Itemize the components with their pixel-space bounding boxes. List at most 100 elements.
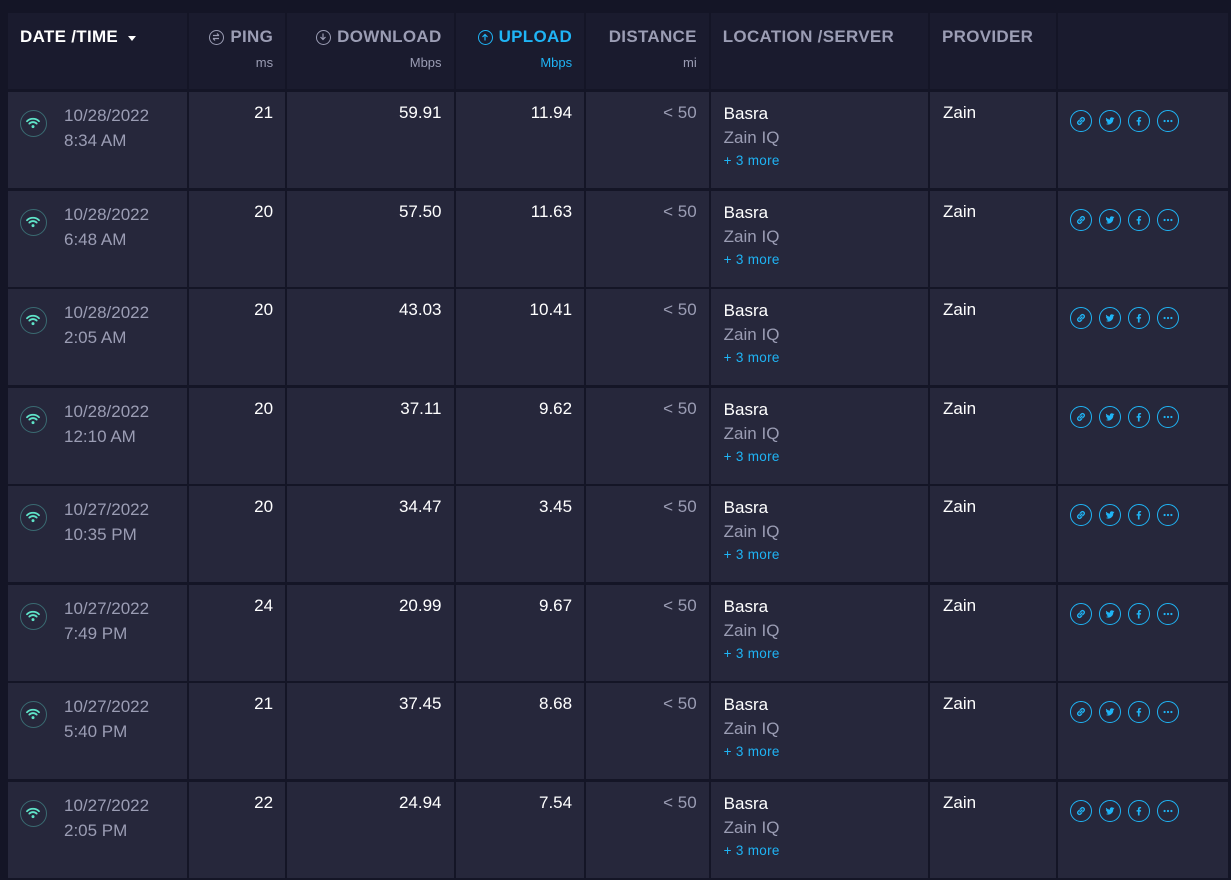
table-row[interactable]: 10/27/2022 2:05 PM 22 24.94 7.54 < 50 Ba… bbox=[8, 781, 1228, 878]
table-row[interactable]: 10/28/2022 12:10 AM 20 37.11 9.62 < 50 B… bbox=[8, 387, 1228, 484]
column-header-provider[interactable]: PROVIDER bbox=[929, 13, 1056, 89]
column-header-datetime[interactable]: DATE /TIME bbox=[8, 13, 188, 89]
more-icon[interactable] bbox=[1156, 405, 1179, 428]
upload-unit-label: Mbps bbox=[540, 55, 573, 70]
actions-cell bbox=[1057, 584, 1228, 681]
upload-value: 9.62 bbox=[538, 398, 573, 418]
location-header-label: LOCATION /SERVER bbox=[722, 27, 895, 46]
twitter-icon[interactable] bbox=[1098, 602, 1121, 625]
link-icon[interactable] bbox=[1069, 701, 1092, 723]
more-servers-link[interactable]: + 3 more bbox=[724, 348, 928, 368]
facebook-icon[interactable] bbox=[1127, 701, 1150, 723]
download-header-label: DOWNLOAD bbox=[337, 27, 442, 46]
link-icon[interactable] bbox=[1069, 504, 1092, 526]
more-icon[interactable] bbox=[1156, 799, 1179, 822]
more-servers-link[interactable]: + 3 more bbox=[724, 545, 928, 565]
distance-value: < 50 bbox=[663, 694, 697, 713]
location-city: Basra bbox=[723, 202, 769, 222]
download-value: 37.11 bbox=[400, 398, 442, 418]
facebook-icon[interactable] bbox=[1127, 307, 1150, 329]
twitter-icon[interactable] bbox=[1098, 110, 1121, 132]
more-icon[interactable] bbox=[1156, 208, 1179, 231]
column-header-distance[interactable]: DISTANCE mi bbox=[586, 13, 709, 89]
twitter-icon[interactable] bbox=[1098, 799, 1121, 822]
table-row[interactable]: 10/28/2022 2:05 AM 20 43.03 10.41 < 50 B… bbox=[8, 289, 1228, 385]
location-server: Zain IQ bbox=[723, 423, 780, 443]
column-header-location[interactable]: LOCATION /SERVER bbox=[710, 13, 928, 89]
facebook-icon[interactable] bbox=[1127, 405, 1150, 428]
table-row[interactable]: 10/28/2022 8:34 AM 21 59.91 11.94 < 50 B… bbox=[8, 92, 1228, 188]
table-row[interactable]: 10/27/2022 7:49 PM 24 20.99 9.67 < 50 Ba… bbox=[8, 584, 1228, 681]
upload-cell: 8.68 bbox=[455, 683, 585, 779]
link-icon[interactable] bbox=[1069, 307, 1092, 329]
upload-icon bbox=[477, 29, 493, 45]
column-header-upload[interactable]: UPLOAD Mbps bbox=[455, 13, 585, 89]
wifi-icon bbox=[20, 110, 47, 137]
table-header: DATE /TIME PING ms DOWNLOAD Mbps UPLOAD … bbox=[8, 13, 1228, 89]
facebook-icon[interactable] bbox=[1127, 602, 1150, 625]
download-cell: 57.50 bbox=[287, 190, 454, 287]
more-servers-link[interactable]: + 3 more bbox=[724, 151, 928, 171]
facebook-icon[interactable] bbox=[1127, 208, 1150, 231]
upload-cell: 9.67 bbox=[455, 584, 585, 681]
distance-header-label: DISTANCE bbox=[608, 27, 697, 46]
ping-cell: 20 bbox=[189, 387, 286, 484]
column-header-ping[interactable]: PING ms bbox=[189, 13, 286, 89]
datetime-cell: 10/27/2022 5:40 PM bbox=[8, 683, 188, 779]
more-servers-link[interactable]: + 3 more bbox=[724, 250, 928, 270]
actions-cell bbox=[1057, 289, 1228, 385]
upload-value: 7.54 bbox=[538, 792, 573, 812]
location-cell: Basra Zain IQ + 3 more bbox=[710, 683, 928, 779]
link-icon[interactable] bbox=[1069, 110, 1092, 132]
distance-cell: < 50 bbox=[586, 92, 709, 188]
twitter-icon[interactable] bbox=[1098, 307, 1121, 329]
facebook-icon[interactable] bbox=[1127, 504, 1150, 526]
upload-cell: 11.94 bbox=[455, 92, 585, 188]
provider-name: Zain bbox=[942, 595, 977, 615]
download-value: 59.91 bbox=[398, 103, 442, 122]
more-icon[interactable] bbox=[1156, 701, 1179, 723]
more-servers-link[interactable]: + 3 more bbox=[724, 742, 928, 762]
wifi-icon bbox=[20, 405, 47, 433]
datetime-cell: 10/27/2022 10:35 PM bbox=[8, 486, 188, 582]
more-servers-link[interactable]: + 3 more bbox=[724, 644, 928, 664]
location-cell: Basra Zain IQ + 3 more bbox=[710, 289, 928, 385]
link-icon[interactable] bbox=[1069, 602, 1092, 625]
upload-value: 3.45 bbox=[538, 497, 573, 516]
facebook-icon[interactable] bbox=[1127, 799, 1150, 822]
twitter-icon[interactable] bbox=[1098, 504, 1121, 526]
more-icon[interactable] bbox=[1156, 110, 1179, 132]
result-time: 12:10 AM bbox=[64, 426, 136, 446]
table-row[interactable]: 10/27/2022 5:40 PM 21 37.45 8.68 < 50 Ba… bbox=[8, 683, 1228, 779]
location-city: Basra bbox=[723, 596, 769, 616]
table-row[interactable]: 10/28/2022 6:48 AM 20 57.50 11.63 < 50 B… bbox=[8, 190, 1228, 287]
result-time: 7:49 PM bbox=[64, 623, 128, 643]
link-icon[interactable] bbox=[1069, 405, 1092, 428]
ping-value: 20 bbox=[254, 398, 274, 418]
ping-icon bbox=[209, 29, 225, 45]
twitter-icon[interactable] bbox=[1098, 208, 1121, 231]
download-cell: 37.11 bbox=[287, 387, 454, 484]
more-servers-link[interactable]: + 3 more bbox=[724, 841, 928, 861]
distance-value: < 50 bbox=[663, 497, 697, 516]
ping-cell: 24 bbox=[189, 584, 286, 681]
link-icon[interactable] bbox=[1069, 799, 1092, 822]
more-servers-link[interactable]: + 3 more bbox=[724, 447, 928, 467]
more-icon[interactable] bbox=[1156, 602, 1179, 625]
location-city: Basra bbox=[723, 399, 769, 419]
twitter-icon[interactable] bbox=[1098, 405, 1121, 428]
more-icon[interactable] bbox=[1156, 307, 1179, 329]
table-row[interactable]: 10/27/2022 10:35 PM 20 34.47 3.45 < 50 B… bbox=[8, 486, 1228, 582]
location-server: Zain IQ bbox=[723, 817, 780, 837]
column-header-download[interactable]: DOWNLOAD Mbps bbox=[287, 13, 454, 89]
more-icon[interactable] bbox=[1156, 504, 1179, 526]
facebook-icon[interactable] bbox=[1127, 110, 1150, 132]
distance-cell: < 50 bbox=[586, 190, 709, 287]
result-date: 10/27/2022 bbox=[64, 500, 150, 519]
twitter-icon[interactable] bbox=[1098, 701, 1121, 723]
location-city: Basra bbox=[723, 301, 769, 320]
location-server: Zain IQ bbox=[723, 226, 780, 246]
link-icon[interactable] bbox=[1069, 208, 1092, 231]
result-date: 10/28/2022 bbox=[64, 401, 150, 421]
location-city: Basra bbox=[723, 695, 769, 714]
